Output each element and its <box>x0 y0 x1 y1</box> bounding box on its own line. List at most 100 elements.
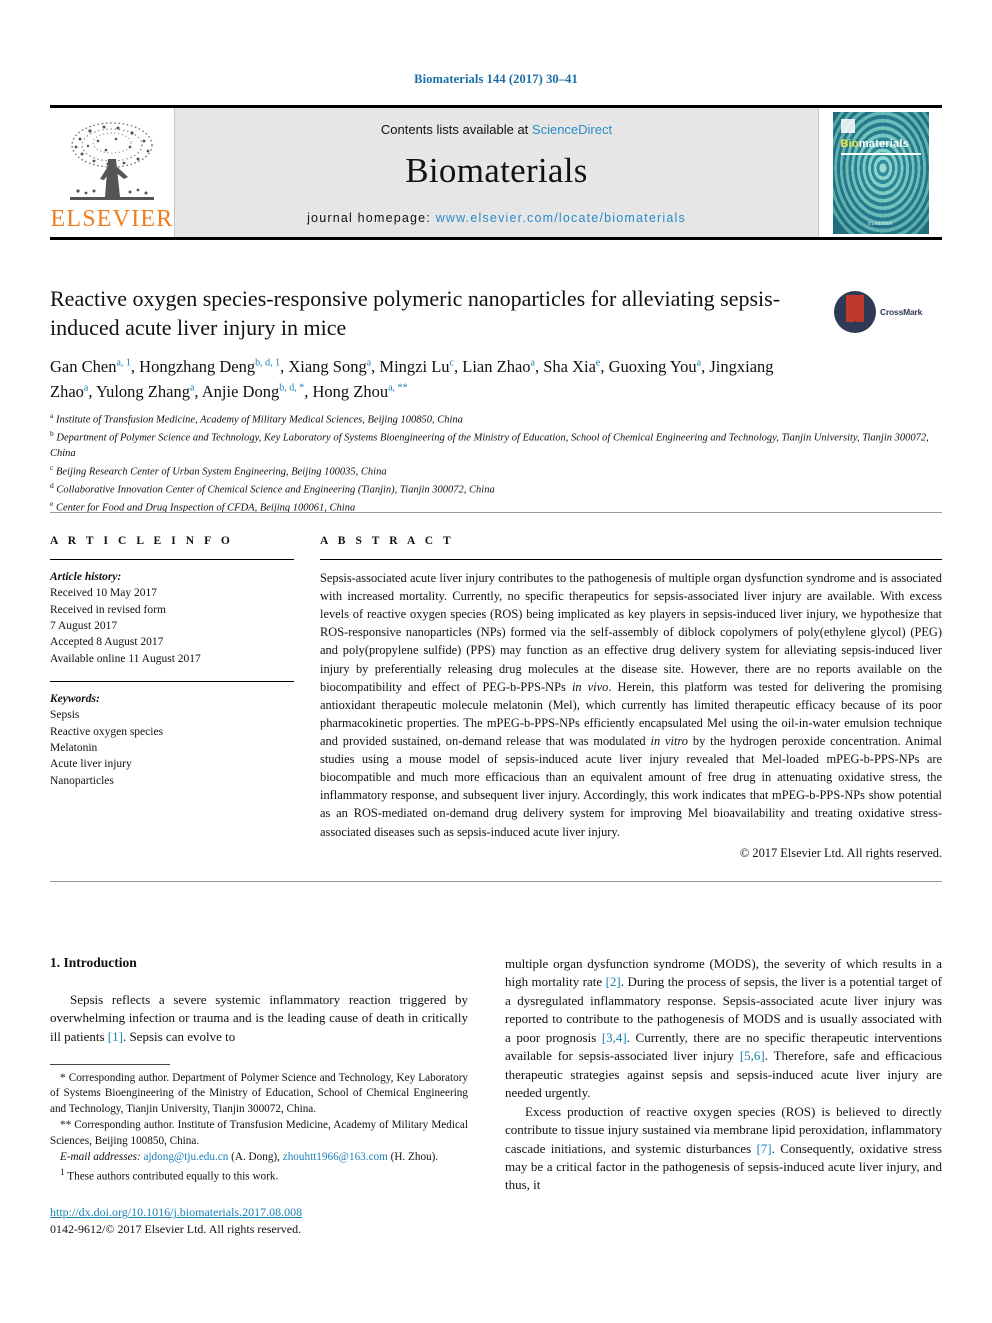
running-head: Biomaterials 144 (2017) 30–41 <box>414 72 578 86</box>
abstract-part-3: by the hydrogen peroxide concentration. … <box>320 733 942 839</box>
cover-title-rest: materials <box>858 137 909 150</box>
author-affiliation-marker: a <box>366 357 372 369</box>
section-heading-introduction: 1. Introduction <box>50 955 137 970</box>
author-name[interactable]: Anjie Dong <box>202 382 279 401</box>
intro-paragraph-left: Sepsis reflects a severe systemic inflam… <box>50 991 468 1046</box>
article-history-label: Article history: <box>50 571 122 583</box>
keywords-group: Keywords: Sepsis Reactive oxygen species M… <box>50 691 294 789</box>
footnote-block: * Corresponding author. Department of Po… <box>50 1064 468 1186</box>
affiliation-item: a Institute of Transfusion Medicine, Aca… <box>50 411 463 426</box>
article-history-lines: Received 10 May 2017 Received in revised … <box>50 585 294 667</box>
footnote-marker-2: ** <box>60 1119 72 1132</box>
abstract-column: A B S T R A C T Sepsis-associated acute … <box>320 535 942 861</box>
author-name[interactable]: Yulong Zhang <box>96 382 190 401</box>
abstract-text: Sepsis-associated acute liver injury con… <box>320 569 942 841</box>
email-owner-2: (H. Zhou). <box>390 1151 439 1164</box>
author-name[interactable]: Xiang Song <box>288 357 366 376</box>
cover-title: Biomaterials <box>841 138 909 150</box>
paper-page: Biomaterials 144 (2017) 30–41 ELSEVIER C… <box>0 0 992 1323</box>
abstract-italic-in-vitro: in vitro <box>650 733 688 748</box>
email-link-1[interactable]: ajdong@tju.edu.cn <box>143 1151 228 1163</box>
intro-paragraph-right-1: multiple organ dysfunction syndrome (MOD… <box>505 955 942 1103</box>
intro-paragraph-right-2: Excess production of reactive oxygen spe… <box>505 1103 942 1195</box>
author-name[interactable]: Hong Zhou <box>312 382 388 401</box>
author-name[interactable]: Mingzi Lu <box>379 357 449 376</box>
author-name[interactable]: Gan Chen <box>50 357 116 376</box>
citation-3-4[interactable]: [3,4] <box>602 1030 627 1045</box>
cover-image: Biomaterials ELSEVIER <box>832 111 929 234</box>
journal-masthead: ELSEVIER Contents lists available at Sci… <box>50 105 942 240</box>
article-history-line: Received 10 May 2017 <box>50 587 157 600</box>
footnote-text-2: Corresponding author. Institute of Trans… <box>50 1119 468 1147</box>
doi-link[interactable]: http://dx.doi.org/10.1016/j.biomaterials… <box>50 1204 550 1221</box>
author-name[interactable]: Lian Zhao <box>462 357 530 376</box>
author-name[interactable]: Sha Xia <box>543 357 596 376</box>
abstract-italic-in-vivo: in vivo <box>571 679 609 694</box>
author-list: Gan Chena, 1, Hongzhang Dengb, d, 1, Xia… <box>50 357 774 401</box>
affiliation-item: c Beijing Research Center of Urban Syste… <box>50 462 387 478</box>
citation-5-6[interactable]: [5,6] <box>740 1048 765 1063</box>
affiliation-item: d Collaborative Innovation Center of Che… <box>50 480 495 496</box>
crossmark-label: CrossMark <box>880 307 923 317</box>
author-affiliation-marker: c <box>449 357 454 369</box>
article-info-column: A R T I C L E I N F O Article history: R… <box>50 535 320 861</box>
article-info-heading: A R T I C L E I N F O <box>50 535 234 547</box>
citation-7[interactable]: [7] <box>756 1141 771 1156</box>
abstract-rule <box>320 559 942 560</box>
author-affiliation-marker: a <box>189 382 195 394</box>
keyword-item: Sepsis <box>50 709 80 722</box>
elsevier-tree-icon <box>70 122 154 200</box>
affiliation-key: b <box>50 429 54 439</box>
sciencedirect-link[interactable]: ScienceDirect <box>532 122 612 137</box>
footnote-marker-3: 1 <box>60 1167 65 1178</box>
footnote-equal-contribution: 1 These authors contributed equally to t… <box>50 1167 468 1185</box>
keyword-lines: Sepsis Reactive oxygen species Melatonin Ac… <box>50 707 294 789</box>
title-block: Reactive oxygen species-responsive polym… <box>50 284 810 342</box>
homepage-url-link[interactable]: www.elsevier.com/locate/biomaterials <box>436 211 686 225</box>
cover-title-bio: Bio <box>840 137 859 150</box>
cover-rule <box>840 152 921 155</box>
elsevier-logo: ELSEVIER <box>50 108 175 237</box>
footnote-text-1: Corresponding author. Department of Poly… <box>50 1072 469 1115</box>
author-affiliation-marker: a <box>696 357 702 369</box>
email-link-2[interactable]: zhouhtt1966@163.com <box>283 1151 388 1163</box>
crossmark-icon <box>834 291 876 333</box>
article-history-line: Accepted 8 August 2017 <box>50 636 164 649</box>
article-history-line: Received in revised form <box>50 603 166 616</box>
elsevier-wordmark: ELSEVIER <box>50 206 174 232</box>
journal-title: Biomaterials <box>405 151 588 190</box>
affiliation-key: a <box>50 411 54 420</box>
keywords-label: Keywords: <box>50 692 100 705</box>
doi-block: http://dx.doi.org/10.1016/j.biomaterials… <box>50 1204 550 1238</box>
crossmark-badge[interactable]: CrossMark <box>834 290 942 334</box>
article-history-line: Available online 11 August 2017 <box>50 652 201 665</box>
article-history-line: 7 August 2017 <box>50 619 118 632</box>
page-title: Reactive oxygen species-responsive polym… <box>50 286 781 341</box>
contents-prefix: Contents lists available at <box>380 122 532 137</box>
author-affiliation-marker: a <box>530 357 535 369</box>
author-affiliation-marker: a <box>83 382 89 394</box>
abstract-heading: A B S T R A C T <box>320 535 455 547</box>
abstract-part-1: Sepsis-associated acute liver injury con… <box>320 571 942 694</box>
email-addresses-label: E-mail addresses: <box>60 1151 141 1164</box>
keywords-rule <box>50 680 294 682</box>
author-name[interactable]: Guoxing You <box>609 357 697 376</box>
intro-left-text-b: . Sepsis can evolve to <box>122 1028 236 1044</box>
footnote-emails: E-mail addresses: ajdong@tju.edu.cn (A. … <box>50 1150 468 1165</box>
masthead-center: Contents lists available at ScienceDirec… <box>175 108 818 237</box>
keyword-item: Melatonin <box>50 741 98 754</box>
footnote-text-3: These authors contributed equally to thi… <box>67 1170 279 1183</box>
body-column-left: 1. Introduction Sepsis reflects a severe… <box>50 955 468 1046</box>
affiliation-key: d <box>50 480 54 490</box>
email-owner-1: (A. Dong), <box>231 1151 280 1164</box>
affiliation-key: c <box>50 462 54 472</box>
keyword-item: Nanoparticles <box>50 774 114 787</box>
contents-available-line: Contents lists available at ScienceDirec… <box>381 122 612 137</box>
citation-1[interactable]: [1] <box>108 1029 123 1044</box>
citation-2[interactable]: [2] <box>606 974 621 989</box>
journal-cover-thumbnail: Biomaterials ELSEVIER <box>818 108 942 237</box>
article-history-group: Article history: Received 10 May 2017 Rec… <box>50 569 294 667</box>
body-column-right: multiple organ dysfunction syndrome (MOD… <box>505 955 942 1195</box>
author-name[interactable]: Hongzhang Deng <box>139 357 255 376</box>
affiliation-list: a Institute of Transfusion Medicine, Aca… <box>50 410 930 516</box>
